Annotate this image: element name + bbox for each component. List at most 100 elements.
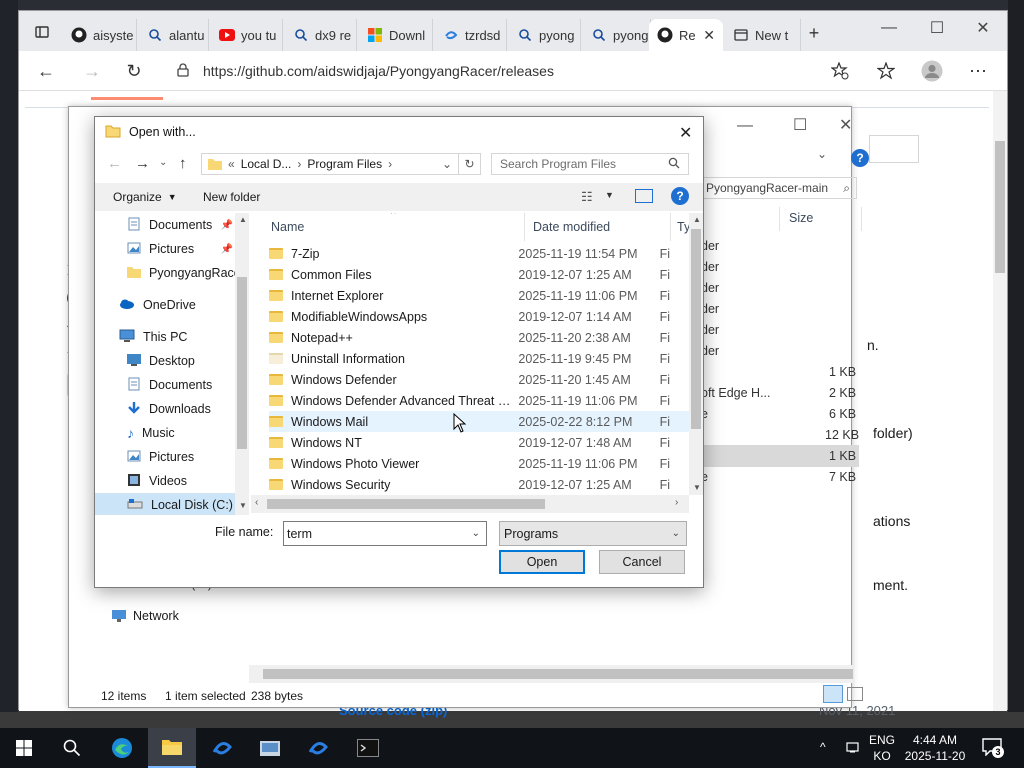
scroll-up-arrow-icon[interactable]: ▲ (239, 215, 247, 224)
tab-new[interactable]: New t (725, 19, 801, 51)
more-menu-icon[interactable]: ⋯ (963, 57, 993, 85)
file-row[interactable]: Uninstall Information 2025-11-19 9:45 PM… (269, 348, 689, 369)
breadcrumb-overflow-icon[interactable]: « (228, 157, 235, 171)
open-button[interactable]: Open (499, 550, 585, 574)
scroll-down-arrow-icon[interactable]: ▼ (239, 501, 247, 510)
taskbar-app-blue-1[interactable] (198, 728, 246, 768)
file-row[interactable]: ModifiableWindowsApps 2019-12-07 1:14 AM… (269, 306, 689, 327)
chevron-down-icon[interactable]: ⌄ (472, 528, 480, 539)
file-row[interactable]: Notepad++ 2025-11-20 2:38 AM Fi (269, 327, 689, 348)
new-folder-button[interactable]: New folder (203, 190, 260, 204)
notification-center-icon[interactable]: 3 (982, 738, 1004, 758)
start-button[interactable] (0, 728, 48, 768)
file-row-hovered[interactable]: Windows Mail 2025-02-22 8:12 PM Fi (269, 411, 689, 432)
nav-item-videos[interactable]: Videos (95, 469, 247, 493)
file-row[interactable]: Windows NT 2019-12-07 1:48 AM Fi (269, 432, 689, 453)
tab-tzrdsd[interactable]: tzrdsd (435, 19, 507, 51)
nav-item-documents[interactable]: Documents (95, 373, 247, 397)
page-scrollbar[interactable] (993, 91, 1007, 711)
nav-item-pyongyangracer[interactable]: PyongyangRace (95, 261, 247, 285)
search-input[interactable]: Search Program Files (491, 153, 689, 175)
minimize-icon[interactable]: — (869, 15, 909, 41)
file-list-v-scrollbar-thumb[interactable] (691, 229, 701, 429)
file-row[interactable]: 7-Zip 2025-11-19 11:54 PM Fi (269, 243, 689, 264)
tab-dx9[interactable]: dx9 re (285, 19, 357, 51)
new-tab-button[interactable]: + (799, 19, 829, 47)
file-type-select[interactable]: Programs ⌄ (499, 521, 687, 546)
file-row[interactable]: Common Files 2019-12-07 1:25 AM Fi (269, 264, 689, 285)
refresh-icon[interactable]: ↻ (458, 154, 480, 174)
tab-pyong-1[interactable]: pyong (509, 19, 581, 51)
tab-pyong-2[interactable]: pyong (583, 19, 651, 51)
taskbar-app-tool[interactable] (246, 728, 294, 768)
view-options-icon[interactable]: ☷ (581, 189, 593, 205)
scroll-down-arrow-icon[interactable]: ▼ (693, 483, 701, 492)
file-list-h-scrollbar-thumb[interactable] (267, 499, 545, 509)
help-icon[interactable]: ? (671, 187, 689, 205)
column-size[interactable]: Size (789, 211, 813, 225)
maximize-icon[interactable]: ☐ (917, 15, 957, 41)
column-name[interactable]: Name (271, 213, 525, 241)
scroll-up-arrow-icon[interactable]: ▲ (693, 215, 701, 224)
details-view-icon[interactable] (823, 685, 843, 703)
close-tab-icon[interactable]: ✕ (703, 27, 715, 44)
tab-youtube[interactable]: you tu (211, 19, 283, 51)
address-breadcrumb[interactable]: « Local D... › Program Files › ⌄ ↻ (201, 153, 481, 175)
file-list-h-scrollbar[interactable]: ‹ › (251, 495, 689, 513)
tab-download[interactable]: Downl (359, 19, 433, 51)
profile-avatar[interactable] (917, 57, 947, 85)
close-window-icon[interactable]: ✕ (963, 15, 1003, 41)
language-indicator[interactable]: ENG KO (866, 732, 898, 764)
back-icon[interactable]: ← (31, 57, 61, 85)
large-icons-view-icon[interactable] (847, 687, 863, 701)
file-row[interactable]: Windows Defender 2025-11-20 1:45 AM Fi (269, 369, 689, 390)
file-name-input[interactable]: term ⌄ (283, 521, 487, 546)
file-row[interactable]: Windows Defender Advanced Threat Prot...… (269, 390, 689, 411)
file-row[interactable]: Windows Security 2019-12-07 1:25 AM Fi (269, 474, 689, 495)
file-row[interactable]: Internet Explorer 2025-11-19 11:06 PM Fi (269, 285, 689, 306)
taskbar-terminal[interactable] (344, 728, 392, 768)
nav-item-this-pc[interactable]: This PC (95, 325, 247, 349)
up-folder-icon[interactable]: ↑ (179, 155, 187, 172)
chevron-up-icon[interactable]: ^ (820, 740, 826, 754)
column-type[interactable]: Ty (677, 213, 689, 241)
explorer-search-input[interactable]: PyongyangRacer-main ⌕ (699, 177, 857, 199)
cancel-button[interactable]: Cancel (599, 550, 685, 574)
chevron-right-icon[interactable]: › (297, 157, 301, 171)
file-list-v-scrollbar[interactable]: ▲ ▼ (689, 213, 703, 495)
organize-button[interactable]: Organize ▼ (113, 190, 177, 204)
page-scrollbar-thumb[interactable] (995, 141, 1005, 273)
nav-network[interactable]: Network (111, 609, 179, 623)
file-row[interactable]: Windows Photo Viewer 2025-11-19 11:06 PM… (269, 453, 689, 474)
nav-item-local-disk[interactable]: Local Disk (C:) (95, 493, 247, 515)
add-favorite-icon[interactable] (825, 57, 855, 85)
tab-releases[interactable]: Re ✕ (649, 19, 723, 51)
favorites-icon[interactable] (871, 57, 901, 85)
nav-item-documents-pinned[interactable]: Documents 📌 (95, 213, 247, 237)
chevron-down-icon[interactable]: ⌄ (817, 147, 827, 161)
taskbar-file-explorer[interactable] (148, 728, 196, 768)
refresh-icon[interactable]: ↻ (119, 57, 149, 85)
tab-actions-icon[interactable] (27, 19, 57, 45)
minimize-icon[interactable]: — (737, 117, 753, 135)
scroll-left-arrow-icon[interactable]: ‹ (255, 497, 258, 508)
explorer-h-scrollbar-thumb[interactable] (263, 669, 853, 679)
nav-item-pictures-pinned[interactable]: Pictures 📌 (95, 237, 247, 261)
breadcrumb-program-files[interactable]: Program Files (307, 157, 382, 171)
forward-icon[interactable]: → (135, 155, 150, 172)
explorer-h-scrollbar[interactable] (249, 665, 853, 683)
address-dropdown-icon[interactable]: ⌄ (442, 157, 452, 171)
forward-icon[interactable]: → (77, 57, 107, 85)
recent-locations-icon[interactable]: ⌄ (159, 157, 167, 168)
scroll-right-arrow-icon[interactable]: › (675, 497, 678, 508)
back-icon[interactable]: ← (107, 155, 122, 172)
nav-item-onedrive[interactable]: OneDrive (95, 293, 247, 317)
nav-item-pictures[interactable]: Pictures (95, 445, 247, 469)
chevron-right-icon[interactable]: › (388, 157, 392, 171)
taskbar-edge[interactable] (98, 728, 146, 768)
close-window-icon[interactable]: ✕ (839, 115, 852, 135)
dropdown-arrow-icon[interactable]: ▼ (605, 190, 614, 200)
search-button[interactable] (48, 728, 96, 768)
network-icon[interactable] (846, 740, 862, 757)
nav-item-desktop[interactable]: Desktop (95, 349, 247, 373)
